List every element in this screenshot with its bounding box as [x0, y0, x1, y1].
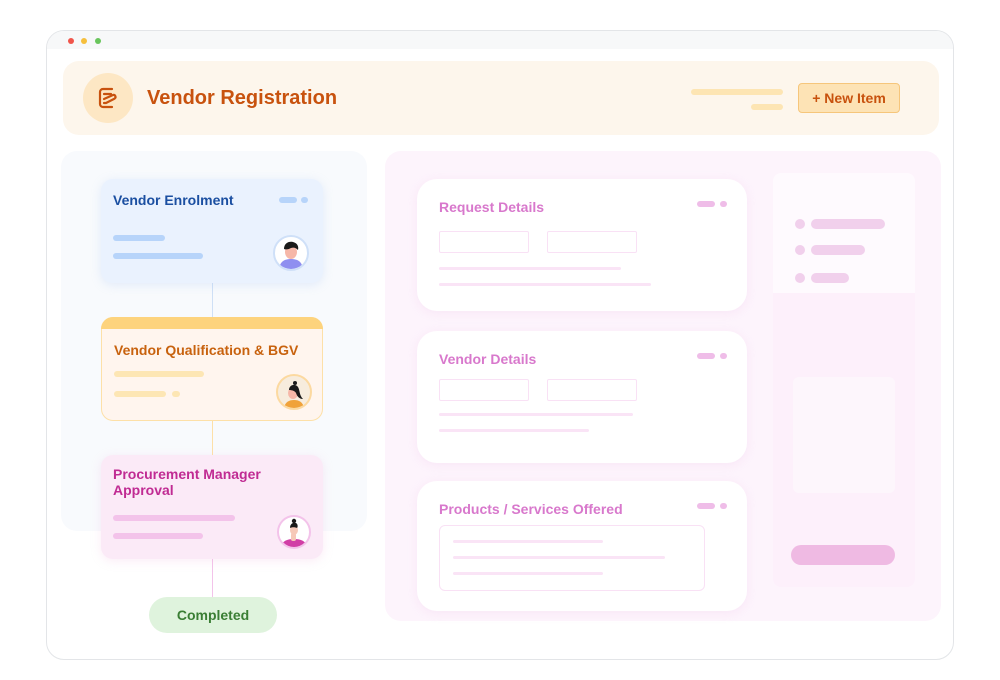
section-menu-dot[interactable]	[720, 201, 727, 207]
text-field[interactable]	[439, 231, 529, 253]
close-window-button[interactable]	[68, 38, 74, 44]
summary-sidebar	[773, 173, 915, 587]
section-menu-dot[interactable]	[720, 353, 727, 359]
minimize-window-button[interactable]	[81, 38, 87, 44]
section-menu-pill[interactable]	[697, 201, 715, 207]
stage-placeholder-line	[114, 391, 166, 397]
placeholder-line	[439, 413, 633, 416]
stage-title: Vendor Qualification & BGV	[114, 342, 299, 358]
section-menu-pill[interactable]	[697, 503, 715, 509]
placeholder-line	[439, 429, 589, 432]
section-title: Products / Services Offered	[439, 501, 623, 517]
document-edit-icon	[83, 73, 133, 123]
text-field[interactable]	[439, 379, 529, 401]
workflow-stage-procurement-approval[interactable]: Procurement Manager Approval	[101, 455, 323, 559]
list-placeholder-line	[811, 273, 849, 283]
stage-placeholder-line	[113, 533, 203, 539]
section-menu-dot[interactable]	[720, 503, 727, 509]
placeholder-line	[439, 267, 621, 270]
page-title: Vendor Registration	[147, 87, 338, 109]
stage-placeholder-dot	[172, 391, 180, 397]
list-placeholder-line	[811, 219, 885, 229]
stage-placeholder-line	[113, 235, 165, 241]
stage-menu-dot	[301, 197, 308, 203]
new-item-button[interactable]: + New Item	[798, 83, 900, 113]
text-field[interactable]	[547, 231, 637, 253]
stage-title: Vendor Enrolment	[113, 192, 234, 208]
text-field[interactable]	[547, 379, 637, 401]
stage-placeholder-line	[114, 371, 204, 377]
products-services-textarea[interactable]	[439, 525, 705, 591]
sidebar-action-button[interactable]	[791, 545, 895, 565]
stage-menu-pill	[279, 197, 297, 203]
form-section-request-details: Request Details	[417, 179, 747, 311]
header-placeholder-line	[691, 89, 783, 95]
form-section-products-services: Products / Services Offered	[417, 481, 747, 611]
completed-status-badge: Completed	[149, 597, 277, 633]
title-bar	[47, 31, 953, 49]
section-menu-pill[interactable]	[697, 353, 715, 359]
header-placeholder-line	[751, 104, 783, 110]
workflow-stage-vendor-enrolment[interactable]: Vendor Enrolment	[101, 179, 323, 283]
workflow-stage-vendor-qualification[interactable]: Vendor Qualification & BGV	[101, 317, 323, 421]
list-bullet	[795, 245, 805, 255]
stage-highlight-strip	[101, 317, 323, 329]
list-placeholder-line	[811, 245, 865, 255]
summary-placeholder-box	[793, 377, 895, 493]
placeholder-line	[453, 540, 603, 543]
female-manager-avatar	[277, 515, 311, 549]
placeholder-line	[439, 283, 651, 286]
workflow-connector	[212, 421, 213, 455]
placeholder-line	[453, 572, 603, 575]
male-user-avatar	[273, 235, 309, 271]
female-user-avatar	[276, 374, 312, 410]
page-header: Vendor Registration + New Item	[63, 61, 939, 135]
stage-placeholder-line	[113, 253, 203, 259]
form-section-vendor-details: Vendor Details	[417, 331, 747, 463]
list-bullet	[795, 273, 805, 283]
stage-title: Procurement Manager Approval	[113, 466, 261, 498]
placeholder-line	[453, 556, 665, 559]
workflow-connector	[212, 283, 213, 317]
summary-list	[773, 173, 915, 293]
app-window: Vendor Registration + New Item Vendor En…	[46, 30, 954, 660]
list-bullet	[795, 219, 805, 229]
workflow-connector	[212, 559, 213, 597]
section-title: Vendor Details	[439, 351, 537, 367]
section-title: Request Details	[439, 199, 545, 215]
stage-placeholder-line	[113, 515, 235, 521]
maximize-window-button[interactable]	[95, 38, 101, 44]
